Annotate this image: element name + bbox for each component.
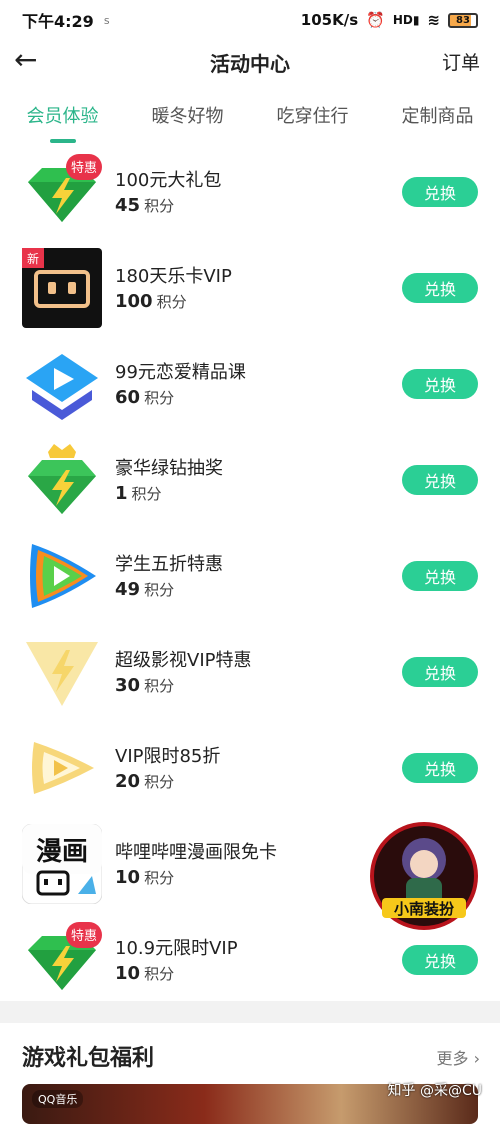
points-value: 45: [115, 195, 141, 216]
list-item[interactable]: 特惠 100元大礼包 45 积分 兑换: [0, 146, 500, 242]
points-value: 1: [115, 483, 128, 504]
points-unit: 积分: [144, 581, 175, 599]
points-value: 49: [115, 579, 141, 600]
points-value: 10: [115, 867, 141, 888]
item-name: 99元恋爱精品课: [115, 362, 246, 383]
item-badge: 新: [27, 251, 39, 266]
tab-member-experience[interactable]: 会员体验: [0, 92, 125, 144]
points-unit: 积分: [144, 965, 175, 983]
points-unit: 积分: [144, 197, 175, 215]
item-name: 超级影视VIP特惠: [115, 650, 252, 671]
tab-custom-goods[interactable]: 定制商品: [375, 92, 500, 144]
list-item[interactable]: 99元恋爱精品课 60 积分 兑换: [0, 338, 500, 434]
redeem-button[interactable]: 兑换: [402, 945, 478, 975]
crown-diamond-icon: [28, 444, 96, 514]
points-value: 60: [115, 387, 141, 408]
yellow-diamond-icon: [26, 642, 98, 706]
alarm-icon: ⏰: [366, 11, 385, 29]
floating-costume-badge[interactable]: 小南装扮: [368, 820, 480, 932]
chevron-right-icon: ›: [473, 1049, 480, 1068]
blue-play-icon: [26, 354, 98, 420]
points-value: 10: [115, 963, 141, 984]
qq-music-tag: QQ音乐: [32, 1090, 84, 1108]
tencent-video-icon: [30, 544, 96, 608]
section-divider: [0, 1001, 500, 1023]
watermark: 知乎 @采@CU: [387, 1083, 482, 1099]
tab-winter-goods[interactable]: 暖冬好物: [125, 92, 250, 144]
network-speed: 105K/s: [300, 11, 359, 29]
item-name: 10.9元限时VIP: [115, 938, 238, 959]
item-name: 哔哩哔哩漫画限免卡: [115, 842, 277, 863]
item-name: VIP限时85折: [115, 746, 221, 767]
gold-play-icon: [32, 742, 94, 794]
item-points: 100 积分: [115, 291, 187, 312]
status-bar: 下午4:29 s 105K/s ⏰ HD▮ ≋ 83: [0, 0, 500, 40]
bilibili-comic-icon: 漫画: [22, 824, 102, 904]
points-value: 100: [115, 291, 153, 312]
redeem-button[interactable]: 兑换: [402, 561, 478, 591]
item-name: 100元大礼包: [115, 170, 222, 191]
list-item[interactable]: 学生五折特惠 49 积分 兑换: [0, 530, 500, 626]
status-time: 下午4:29: [22, 12, 94, 31]
points-unit: 积分: [144, 389, 175, 407]
item-name: 学生五折特惠: [115, 554, 223, 575]
floating-label: 小南装扮: [394, 900, 454, 918]
redeem-button[interactable]: 兑换: [402, 369, 478, 399]
tab-daily-life[interactable]: 吃穿住行: [250, 92, 375, 144]
list-item[interactable]: VIP限时85折 20 积分 兑换: [0, 722, 500, 818]
more-label: 更多: [436, 1049, 469, 1068]
redeem-button[interactable]: 兑换: [402, 657, 478, 687]
points-unit: 积分: [156, 293, 187, 311]
item-points: 1 积分: [115, 483, 162, 504]
points-unit: 积分: [144, 677, 175, 695]
page-title: 活动中心: [210, 52, 290, 76]
battery-icon: 83: [448, 12, 478, 28]
points-unit: 积分: [131, 485, 162, 503]
green-diamond-icon: 特惠: [28, 154, 102, 222]
item-badge: 特惠: [71, 929, 97, 944]
list-item[interactable]: 超级影视VIP特惠 30 积分 兑换: [0, 626, 500, 722]
redeem-button[interactable]: 兑换: [402, 753, 478, 783]
item-points: 10 积分: [115, 867, 174, 888]
redeem-button[interactable]: 兑换: [402, 177, 478, 207]
item-name: 180天乐卡VIP: [115, 266, 232, 287]
points-unit: 积分: [144, 869, 175, 887]
signal-icon: HD▮: [392, 13, 420, 27]
points-unit: 积分: [144, 773, 175, 791]
redeem-button[interactable]: 兑换: [402, 465, 478, 495]
black-box-icon: 新: [22, 248, 102, 328]
list-item[interactable]: 新 180天乐卡VIP 100 积分 兑换: [0, 242, 500, 338]
redeem-button[interactable]: 兑换: [402, 273, 478, 303]
wifi-icon: ≋: [427, 11, 440, 29]
section-title: 游戏礼包福利: [22, 1046, 155, 1071]
back-arrow-icon[interactable]: ←: [14, 46, 44, 76]
item-name: 豪华绿钻抽奖: [115, 458, 223, 479]
item-points: 30 积分: [115, 675, 174, 696]
points-value: 30: [115, 675, 141, 696]
item-points: 10 积分: [115, 963, 174, 984]
item-points: 20 积分: [115, 771, 174, 792]
orders-link[interactable]: 订单: [442, 48, 480, 75]
item-points: 60 积分: [115, 387, 174, 408]
item-points: 49 积分: [115, 579, 174, 600]
item-points: 45 积分: [115, 195, 174, 216]
notification-icon: s: [103, 13, 110, 27]
category-tabs: 会员体验 暖冬好物 吃穿住行 定制商品: [0, 92, 500, 144]
points-value: 20: [115, 771, 141, 792]
green-diamond-icon: 特惠: [28, 922, 102, 990]
icon-text: 漫画: [36, 837, 88, 867]
header: ← 活动中心 订单: [0, 40, 500, 84]
list-item[interactable]: 豪华绿钻抽奖 1 积分 兑换: [0, 434, 500, 530]
item-badge: 特惠: [71, 161, 97, 176]
more-link[interactable]: 更多 ›: [436, 1045, 480, 1069]
